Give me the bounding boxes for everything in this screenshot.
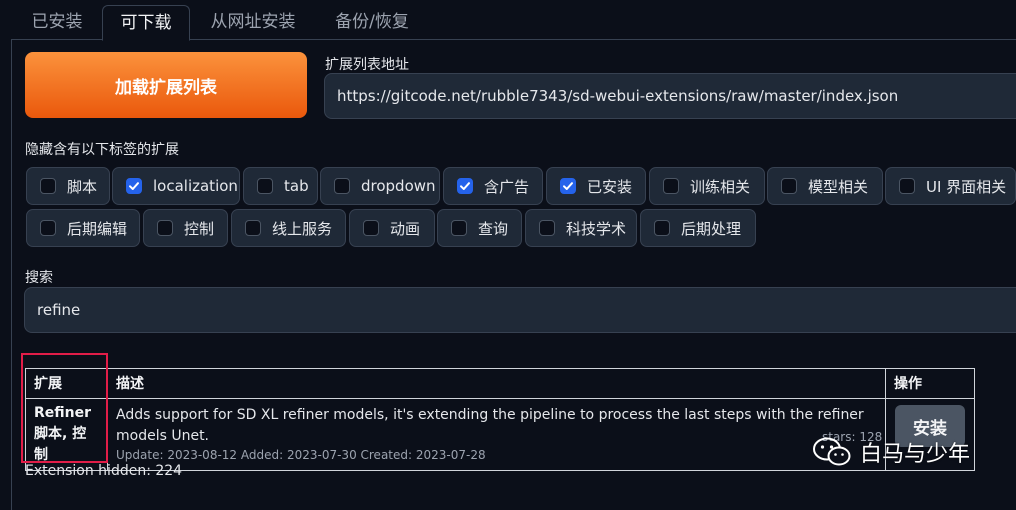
tag-label: UI 界面相关 xyxy=(926,177,1007,196)
tag-filter-chip[interactable]: localization xyxy=(112,167,240,205)
tab-install-from-url[interactable]: 从网址安装 xyxy=(198,5,308,39)
tag-filter-chip[interactable]: 后期编辑 xyxy=(26,209,140,247)
tag-label: 已安装 xyxy=(587,177,633,196)
tag-checkbox[interactable] xyxy=(781,178,797,194)
tag-checkbox[interactable] xyxy=(40,178,56,194)
tag-filter-chip[interactable]: 后期处理 xyxy=(640,209,756,247)
tag-checkbox[interactable] xyxy=(334,178,350,194)
tag-filter-chip[interactable]: dropdown xyxy=(320,167,440,205)
search-input[interactable]: refine xyxy=(24,287,1016,333)
tab-backup-restore[interactable]: 备份/恢复 xyxy=(320,5,424,39)
tag-checkbox[interactable] xyxy=(663,178,679,194)
watermark-text: 白马与少年 xyxy=(860,442,971,467)
tag-filter-chip[interactable]: 查询 xyxy=(437,209,522,247)
load-extension-list-button[interactable]: 加载扩展列表 xyxy=(25,52,307,118)
tag-filter-chip[interactable]: 模型相关 xyxy=(767,167,883,205)
tag-filter-chip[interactable]: 动画 xyxy=(349,209,435,247)
tag-checkbox[interactable] xyxy=(654,220,670,236)
tag-label: 控制 xyxy=(184,219,215,238)
tag-label: dropdown xyxy=(361,177,436,195)
tag-label: 查询 xyxy=(478,219,509,238)
wechat-icon xyxy=(813,437,851,466)
tag-filter-chip[interactable]: 已安装 xyxy=(546,167,646,205)
tag-filter-chip[interactable]: UI 界面相关 xyxy=(885,167,1016,205)
header-action: 操作 xyxy=(885,368,975,399)
tag-filter-chip[interactable]: tab xyxy=(243,167,318,205)
tag-label: 模型相关 xyxy=(808,177,869,196)
tag-checkbox[interactable] xyxy=(157,220,173,236)
tag-checkbox[interactable] xyxy=(457,178,473,194)
extension-description: Adds support for SD XL refiner models, i… xyxy=(116,407,864,444)
tag-label: 动画 xyxy=(390,219,421,238)
tag-label: 后期编辑 xyxy=(67,219,128,238)
tag-checkbox[interactable] xyxy=(257,178,273,194)
extension-list-url-input[interactable]: https://gitcode.net/rubble7343/sd-webui-… xyxy=(324,73,1016,119)
watermark: 白马与少年 xyxy=(812,436,970,468)
tag-filter-chip[interactable]: 训练相关 xyxy=(649,167,765,205)
tag-checkbox[interactable] xyxy=(363,220,379,236)
tag-filter-chip[interactable]: 控制 xyxy=(143,209,228,247)
tab-bar: 已安装 可下载 从网址安装 备份/恢复 xyxy=(0,0,1016,41)
tag-checkbox[interactable] xyxy=(899,178,915,194)
highlight-box xyxy=(21,353,108,463)
tag-checkbox[interactable] xyxy=(539,220,555,236)
tag-label: localization xyxy=(153,177,238,195)
tag-label: 含广告 xyxy=(484,177,530,196)
tag-checkbox[interactable] xyxy=(245,220,261,236)
tab-available[interactable]: 可下载 xyxy=(102,5,190,41)
tag-label: 线上服务 xyxy=(272,219,333,238)
tag-checkbox[interactable] xyxy=(451,220,467,236)
url-field-label: 扩展列表地址 xyxy=(325,57,409,73)
tag-checkbox[interactable] xyxy=(40,220,56,236)
tag-label: 后期处理 xyxy=(681,219,742,238)
extension-dates: Update: 2023-08-12 Added: 2023-07-30 Cre… xyxy=(116,448,486,462)
tag-filter-chip[interactable]: 科技学术 xyxy=(525,209,637,247)
tag-label: tab xyxy=(284,177,309,195)
description-cell: Adds support for SD XL refiner models, i… xyxy=(107,398,886,471)
search-label: 搜索 xyxy=(25,270,53,286)
tab-installed[interactable]: 已安装 xyxy=(18,5,96,39)
tag-checkbox[interactable] xyxy=(560,178,576,194)
tag-filter-chip[interactable]: 线上服务 xyxy=(231,209,346,247)
table-header-row: 扩展 描述 操作 xyxy=(25,368,975,399)
tag-checkbox[interactable] xyxy=(126,178,142,194)
tag-label: 脚本 xyxy=(67,177,98,196)
tag-filter-chip[interactable]: 脚本 xyxy=(26,167,110,205)
tag-label: 科技学术 xyxy=(566,219,627,238)
hidden-count-text: Extension hidden: 224 xyxy=(25,463,183,479)
header-description: 描述 xyxy=(107,368,886,399)
tag-filter-chip[interactable]: 含广告 xyxy=(443,167,543,205)
hide-tags-label: 隐藏含有以下标签的扩展 xyxy=(25,142,179,158)
tag-label: 训练相关 xyxy=(690,177,751,196)
